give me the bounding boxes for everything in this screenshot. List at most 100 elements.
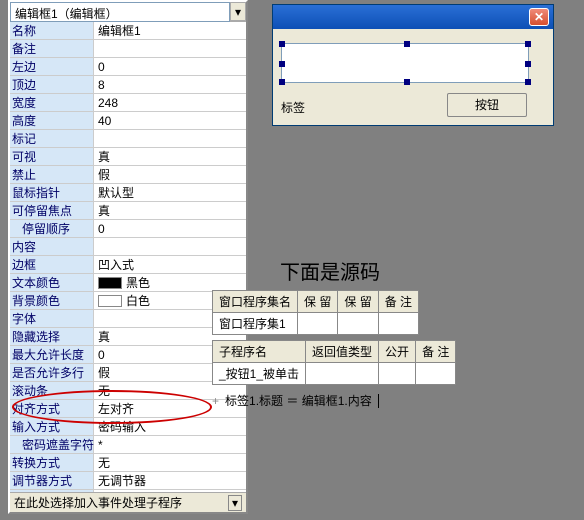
property-row[interactable]: 最大允许长度0 <box>10 346 246 364</box>
property-value[interactable]: 248 <box>94 94 246 111</box>
property-row[interactable]: 禁止假 <box>10 166 246 184</box>
property-row[interactable]: 文本颜色黑色 <box>10 274 246 292</box>
property-row[interactable]: 可停留焦点真 <box>10 202 246 220</box>
button-control[interactable]: 按钮 <box>447 93 527 117</box>
value-text: 编辑框1 <box>98 22 141 40</box>
code-text: 标签1.标题 ＝ 编辑框1.内容 <box>225 392 372 409</box>
property-row[interactable]: 高度40 <box>10 112 246 130</box>
property-row[interactable]: 调节器底限 <box>10 490 246 492</box>
property-row[interactable]: 左边0 <box>10 58 246 76</box>
value-text: 8 <box>98 76 105 94</box>
titlebar[interactable]: ✕ <box>273 5 553 29</box>
property-value[interactable]: 0 <box>94 58 246 75</box>
footer-dropdown-icon[interactable]: ▾ <box>228 495 242 511</box>
property-row[interactable]: 内容 <box>10 238 246 256</box>
value-text: 40 <box>98 112 111 130</box>
table-row[interactable]: 窗口程序集1 <box>213 313 419 335</box>
property-row[interactable]: 鼠标指针默认型 <box>10 184 246 202</box>
property-value[interactable]: 默认型 <box>94 184 246 201</box>
property-row[interactable]: 背景颜色白色 <box>10 292 246 310</box>
property-name: 可停留焦点 <box>10 202 94 219</box>
value-text: 白色 <box>126 292 150 310</box>
label-control[interactable]: 标签 <box>281 99 305 116</box>
resize-handle[interactable] <box>279 41 285 47</box>
property-row[interactable]: 密码遮盖字符* <box>10 436 246 454</box>
value-text: 真 <box>98 148 110 166</box>
property-name: 内容 <box>10 238 94 255</box>
resize-handle[interactable] <box>525 79 531 85</box>
property-row[interactable]: 名称编辑框1 <box>10 22 246 40</box>
property-value[interactable]: 0 <box>94 220 246 237</box>
col-header: 备 注 <box>378 291 418 313</box>
property-row[interactable]: 滚动条无 <box>10 382 246 400</box>
resize-handle[interactable] <box>404 41 410 47</box>
property-row[interactable]: 是否允许多行假 <box>10 364 246 382</box>
module-table[interactable]: 窗口程序集名 保 留 保 留 备 注 窗口程序集1 <box>212 290 419 335</box>
property-row[interactable]: 输入方式密码输入 <box>10 418 246 436</box>
property-value[interactable] <box>94 130 246 147</box>
editbox-control[interactable] <box>281 43 529 83</box>
property-value[interactable]: 凹入式 <box>94 256 246 273</box>
property-footer: 在此处选择加入事件处理子程序 ▾ <box>10 492 246 512</box>
property-name: 文本颜色 <box>10 274 94 291</box>
property-value[interactable]: 密码输入 <box>94 418 246 435</box>
property-name: 停留顺序 <box>10 220 94 237</box>
property-row[interactable]: 顶边8 <box>10 76 246 94</box>
resize-handle[interactable] <box>279 61 285 67</box>
value-text: 0 <box>98 346 105 364</box>
resize-handle[interactable] <box>525 41 531 47</box>
property-value[interactable]: 无调节器 <box>94 472 246 489</box>
property-value[interactable] <box>94 238 246 255</box>
property-value[interactable]: 40 <box>94 112 246 129</box>
property-row[interactable]: 隐藏选择真 <box>10 328 246 346</box>
code-line[interactable]: + 标签1.标题 ＝ 编辑框1.内容 <box>212 392 379 409</box>
property-name: 对齐方式 <box>10 400 94 417</box>
resize-handle[interactable] <box>279 79 285 85</box>
property-value[interactable]: 真 <box>94 148 246 165</box>
property-row[interactable]: 转换方式无 <box>10 454 246 472</box>
property-value[interactable]: 黑色 <box>94 274 246 291</box>
property-name: 转换方式 <box>10 454 94 471</box>
value-text: 默认型 <box>98 184 134 202</box>
resize-handle[interactable] <box>404 79 410 85</box>
property-row[interactable]: 停留顺序0 <box>10 220 246 238</box>
property-row[interactable]: 调节器方式无调节器 <box>10 472 246 490</box>
property-row[interactable]: 备注 <box>10 40 246 58</box>
property-name: 是否允许多行 <box>10 364 94 381</box>
property-row[interactable]: 边框凹入式 <box>10 256 246 274</box>
close-icon[interactable]: ✕ <box>529 8 549 26</box>
footer-text[interactable]: 在此处选择加入事件处理子程序 <box>14 494 182 511</box>
property-value[interactable]: 假 <box>94 166 246 183</box>
property-value[interactable]: 无 <box>94 454 246 471</box>
object-selector[interactable]: 编辑框1（编辑框） <box>10 2 230 22</box>
property-value[interactable] <box>94 490 246 492</box>
value-text: 无调节器 <box>98 472 146 490</box>
value-text: 假 <box>98 166 110 184</box>
property-row[interactable]: 宽度248 <box>10 94 246 112</box>
property-value[interactable]: * <box>94 436 246 453</box>
property-value[interactable]: 8 <box>94 76 246 93</box>
property-name: 标记 <box>10 130 94 147</box>
property-row[interactable]: 字体 <box>10 310 246 328</box>
procedure-table[interactable]: 子程序名 返回值类型 公开 备 注 _按钮1_被单击 <box>212 340 456 385</box>
value-text: 0 <box>98 58 105 76</box>
property-grid[interactable]: 名称编辑框1备注左边0顶边8宽度248高度40标记可视真禁止假鼠标指针默认型可停… <box>10 22 246 492</box>
property-row[interactable]: 标记 <box>10 130 246 148</box>
property-name: 高度 <box>10 112 94 129</box>
property-value[interactable]: 真 <box>94 202 246 219</box>
property-panel: 编辑框1（编辑框） ▾ 名称编辑框1备注左边0顶边8宽度248高度40标记可视真… <box>8 0 248 514</box>
value-text: 凹入式 <box>98 256 134 274</box>
color-swatch <box>98 295 122 307</box>
form-preview-window: ✕ 标签 按钮 <box>272 4 554 126</box>
property-row[interactable]: 可视真 <box>10 148 246 166</box>
property-value[interactable] <box>94 40 246 57</box>
dropdown-icon[interactable]: ▾ <box>230 2 246 21</box>
property-row[interactable]: 对齐方式左对齐 <box>10 400 246 418</box>
property-name: 调节器方式 <box>10 472 94 489</box>
value-text: 假 <box>98 364 110 382</box>
table-row[interactable]: _按钮1_被单击 <box>213 363 456 385</box>
expand-icon[interactable]: + <box>212 394 219 408</box>
col-header: 子程序名 <box>213 341 306 363</box>
resize-handle[interactable] <box>525 61 531 67</box>
property-value[interactable]: 编辑框1 <box>94 22 246 39</box>
